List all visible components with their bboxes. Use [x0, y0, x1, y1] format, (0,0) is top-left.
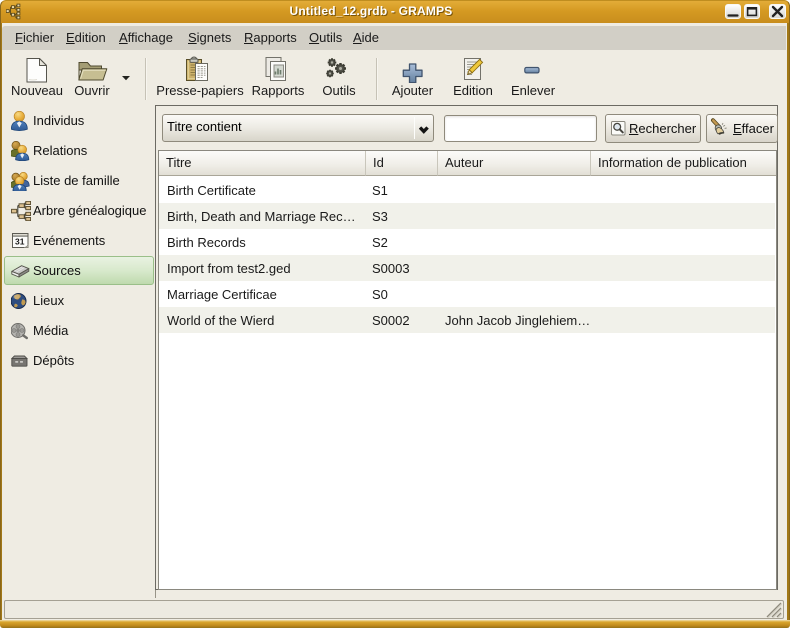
svg-text:31: 31	[15, 237, 25, 247]
